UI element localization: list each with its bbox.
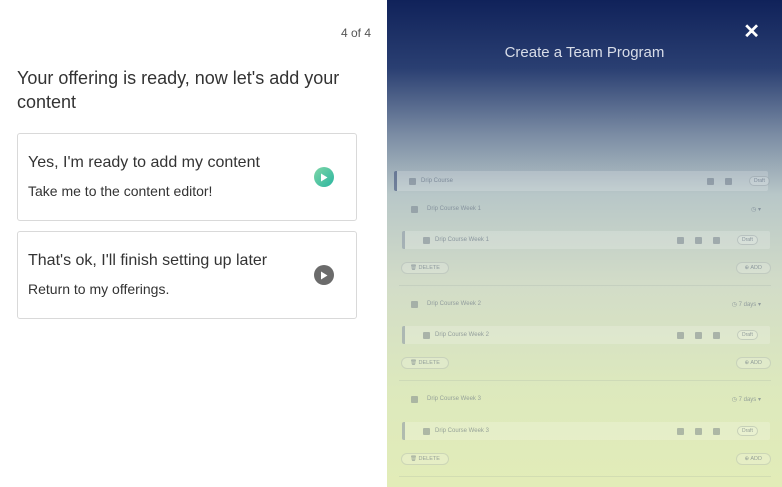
status-badge: Draft bbox=[737, 235, 758, 245]
close-icon[interactable]: ✕ bbox=[743, 22, 760, 42]
lesson-name: Drip Course Week 2 bbox=[435, 332, 489, 338]
edit-icon bbox=[707, 177, 714, 185]
week-actions: 🗑 DELETE ⊕ ADD bbox=[401, 452, 771, 466]
add-label: ADD bbox=[750, 456, 762, 462]
option-subtitle: Return to my offerings. bbox=[28, 281, 170, 297]
folder-icon bbox=[411, 205, 418, 213]
status-badge: Draft bbox=[737, 330, 758, 340]
play-circle-icon[interactable] bbox=[314, 265, 334, 285]
page-headline: Your offering is ready, now let's add yo… bbox=[17, 68, 340, 112]
add-button: ⊕ ADD bbox=[735, 453, 771, 465]
comment-icon bbox=[695, 427, 702, 435]
trash-icon bbox=[713, 427, 720, 435]
lesson-row: Drip Course Week 3 Draft bbox=[402, 422, 770, 440]
week-name: Drip Course Week 3 bbox=[427, 396, 481, 402]
trash-icon bbox=[713, 331, 720, 339]
add-content-option[interactable]: Yes, I'm ready to add my content Take me… bbox=[17, 133, 357, 221]
week-row: Drip Course Week 2 ◷ 7 days ▾ bbox=[399, 296, 771, 312]
delete-label: DELETE bbox=[418, 456, 440, 462]
add-label: ADD bbox=[750, 265, 762, 271]
delete-button: 🗑 DELETE bbox=[401, 453, 449, 465]
delete-button: 🗑 DELETE bbox=[401, 262, 449, 274]
week-name: Drip Course Week 2 bbox=[427, 301, 481, 307]
lesson-row: Drip Course Week 2 Draft bbox=[402, 326, 770, 344]
course-name: Drip Course bbox=[421, 178, 454, 184]
folder-icon bbox=[411, 300, 418, 308]
step-indicator: 4 of 4 bbox=[340, 26, 371, 40]
add-button: ⊕ ADD bbox=[735, 262, 771, 274]
delete-label: DELETE bbox=[418, 265, 440, 271]
delay-label: 7 days bbox=[738, 301, 757, 308]
edit-icon bbox=[677, 427, 684, 435]
course-row: Drip Course Draft bbox=[394, 171, 770, 191]
option-subtitle: Take me to the content editor! bbox=[28, 183, 213, 199]
play-circle-icon[interactable] bbox=[314, 167, 334, 187]
edit-icon bbox=[677, 236, 684, 244]
create-program-panel: Drip Course Draft Drip Course Week 1 ◷ ▾… bbox=[387, 0, 782, 487]
week-delay: ◷ 7 days ▾ bbox=[731, 396, 761, 403]
add-button: ⊕ ADD bbox=[735, 357, 771, 369]
week-delay: ◷ 7 days ▾ bbox=[731, 301, 761, 308]
document-icon bbox=[409, 177, 416, 185]
divider bbox=[399, 476, 771, 477]
document-icon bbox=[423, 236, 430, 244]
document-icon bbox=[423, 331, 430, 339]
program-outline-background: Drip Course Draft Drip Course Week 1 ◷ ▾… bbox=[387, 0, 782, 487]
week-name: Drip Course Week 1 bbox=[427, 206, 481, 212]
lesson-row: Drip Course Week 1 Draft bbox=[402, 231, 770, 249]
week-actions: 🗑 DELETE ⊕ ADD bbox=[401, 261, 771, 275]
divider bbox=[399, 285, 771, 286]
lesson-name: Drip Course Week 3 bbox=[435, 428, 489, 434]
week-row: Drip Course Week 1 ◷ ▾ bbox=[399, 201, 771, 217]
comment-icon bbox=[725, 177, 732, 185]
add-label: ADD bbox=[750, 360, 762, 366]
finish-later-option[interactable]: That's ok, I'll finish setting up later … bbox=[17, 231, 357, 319]
option-title: Yes, I'm ready to add my content bbox=[28, 154, 260, 171]
week-actions: 🗑 DELETE ⊕ ADD bbox=[401, 356, 771, 370]
panel-title: Create a Team Program bbox=[504, 44, 665, 61]
document-icon bbox=[423, 427, 430, 435]
trash-icon bbox=[713, 236, 720, 244]
comment-icon bbox=[695, 331, 702, 339]
edit-icon bbox=[677, 331, 684, 339]
left-pane: 4 of 4 Your offering is ready, now let's… bbox=[0, 0, 387, 487]
week-row: Drip Course Week 3 ◷ 7 days ▾ bbox=[399, 391, 771, 407]
lesson-name: Drip Course Week 1 bbox=[435, 237, 489, 243]
clock-icon: ◷ ▾ bbox=[751, 206, 761, 213]
status-badge: Draft bbox=[749, 176, 770, 186]
comment-icon bbox=[695, 236, 702, 244]
folder-icon bbox=[411, 395, 418, 403]
status-badge: Draft bbox=[737, 426, 758, 436]
divider bbox=[399, 380, 771, 381]
delete-label: DELETE bbox=[418, 360, 440, 366]
page: 4 of 4 Your offering is ready, now let's… bbox=[0, 0, 782, 487]
delete-button: 🗑 DELETE bbox=[401, 357, 449, 369]
delay-label: 7 days bbox=[738, 396, 757, 403]
option-title: That's ok, I'll finish setting up later bbox=[28, 252, 268, 269]
